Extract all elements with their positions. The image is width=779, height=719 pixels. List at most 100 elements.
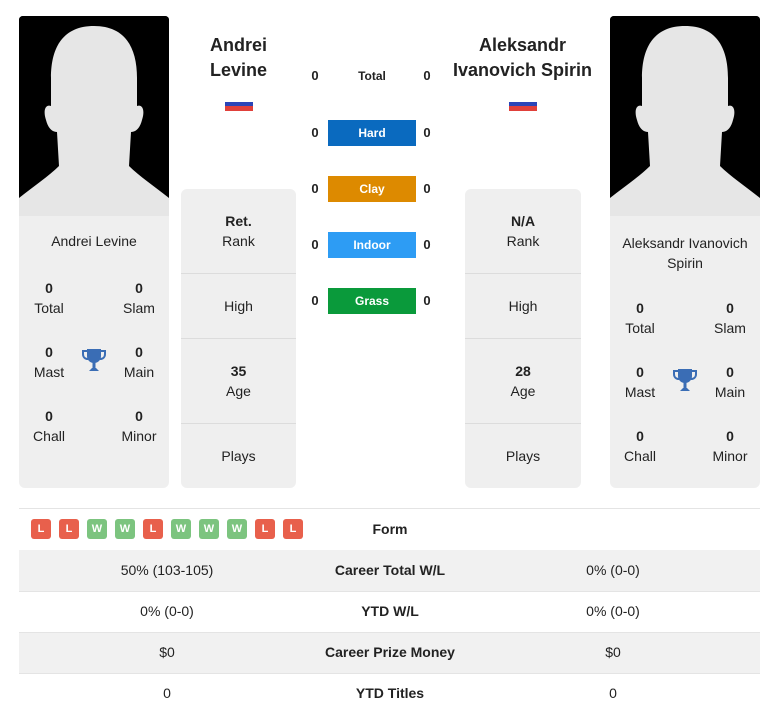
comparison-row: $0 Career Prize Money $0 (19, 632, 760, 673)
h2h-row-clay: 0 Clay 0 (305, 176, 437, 202)
player1-total-label: Total (34, 300, 64, 316)
h2h-row-hard: 0 Hard 0 (305, 120, 437, 146)
h2h-indoor-p2: 0 (423, 237, 431, 252)
player1-minor-label: Minor (121, 428, 157, 444)
ytd-wl-label: YTD W/L (361, 603, 419, 619)
player2-slam-label: Slam (714, 320, 746, 336)
form-badges: LLWWLWWWLL (31, 519, 311, 539)
comparison-row: 0 YTD Titles 0 (19, 673, 760, 714)
h2h-clay-p2: 0 (423, 181, 431, 196)
form-loss-badge[interactable]: L (283, 519, 303, 539)
player1-age-label: Age (226, 383, 251, 399)
player1-mast-label: Mast (33, 364, 65, 380)
player1-name-line1[interactable]: Andrei (181, 33, 296, 58)
career-wl-label: Career Total W/L (334, 562, 446, 578)
h2h-row-total: 0 Total 0 (305, 63, 437, 89)
player2-rank-label: Rank (506, 233, 540, 249)
surface-clay-badge[interactable]: Clay (328, 176, 416, 202)
h2h-grass-p2: 0 (423, 293, 431, 308)
player1-rank-value: Ret. (225, 213, 252, 229)
russia-flag-icon (225, 97, 253, 111)
surface-indoor-badge[interactable]: Indoor (328, 232, 416, 258)
player2-name-line1[interactable]: Aleksandr (450, 33, 595, 58)
player1-age-value: 35 (230, 363, 247, 379)
h2h-hard-p1: 0 (311, 125, 319, 140)
form-win-badge[interactable]: W (199, 519, 219, 539)
player1-photo (19, 16, 169, 216)
h2h-grass-p1: 0 (311, 293, 319, 308)
player2-minor-titles: 0 (726, 428, 734, 444)
player2-main-titles: 0 (726, 364, 734, 380)
form-loss-badge[interactable]: L (143, 519, 163, 539)
player2-ytd-wl: 0% (0-0) (586, 603, 640, 619)
player2-chall-titles: 0 (636, 428, 644, 444)
player1-high-label: High (224, 298, 253, 314)
prize-money-label: Career Prize Money (325, 644, 455, 660)
form-label: Form (372, 521, 408, 537)
player1-main-label: Main (123, 364, 155, 380)
player1-plays-label: Plays (221, 448, 256, 464)
player2-age-value: 28 (515, 363, 531, 379)
player1-name[interactable]: Andrei Levine (181, 33, 296, 83)
form-win-badge[interactable]: W (115, 519, 135, 539)
h2h-hard-p2: 0 (423, 125, 431, 140)
player2-ytd-titles: 0 (609, 685, 617, 701)
h2h-row-grass: 0 Grass 0 (305, 288, 437, 314)
h2h-indoor-p1: 0 (311, 237, 319, 252)
comparison-row: 0% (0-0) YTD W/L 0% (0-0) (19, 591, 760, 632)
player1-name-line2[interactable]: Levine (181, 58, 296, 83)
player2-card: Aleksandr Ivanovich Spirin 0 Total 0 Slam … (610, 216, 760, 488)
form-win-badge[interactable]: W (227, 519, 247, 539)
h2h-total-label: Total (358, 69, 386, 83)
player2-age-label: Age (510, 383, 536, 399)
player2-mast-titles: 0 (636, 364, 644, 380)
russia-flag-icon (509, 97, 537, 111)
player1-info-panel: Ret. Rank High 35 Age Plays (181, 189, 296, 488)
player2-photo (610, 16, 760, 216)
player2-mast-label: Mast (624, 384, 656, 400)
form-loss-badge[interactable]: L (31, 519, 51, 539)
player2-card-name-line2: Spirin (667, 255, 703, 271)
surface-hard-badge[interactable]: Hard (328, 120, 416, 146)
player2-info-panel: N/A Rank High 28 Age Plays (465, 189, 581, 488)
player1-ytd-titles: 0 (163, 685, 171, 701)
player2-prize-money: $0 (605, 644, 621, 660)
player1-main-titles: 0 (135, 344, 143, 360)
form-loss-badge[interactable]: L (255, 519, 275, 539)
comparison-row: 50% (103-105) Career Total W/L 0% (0-0) (19, 550, 760, 591)
form-win-badge[interactable]: W (87, 519, 107, 539)
player2-total-label: Total (625, 320, 655, 336)
player1-career-wl: 50% (103-105) (120, 562, 214, 578)
form-win-badge[interactable]: W (171, 519, 191, 539)
surface-grass-badge[interactable]: Grass (328, 288, 416, 314)
player2-card-name: Aleksandr Ivanovich Spirin (610, 233, 760, 273)
player2-minor-label: Minor (712, 448, 748, 464)
player2-name-line2[interactable]: Ivanovich Spirin (450, 58, 595, 83)
form-loss-badge[interactable]: L (59, 519, 79, 539)
h2h-clay-p1: 0 (311, 181, 319, 196)
player1-ytd-wl: 0% (0-0) (140, 603, 194, 619)
player1-mast-titles: 0 (45, 344, 53, 360)
player1-card: Andrei Levine 0 Total 0 Slam 0 Mast 0 Main 0… (19, 216, 169, 488)
player2-name[interactable]: Aleksandr Ivanovich Spirin (450, 33, 595, 83)
player1-card-name: Andrei Levine (51, 233, 137, 249)
player-silhouette-icon (610, 16, 760, 216)
ytd-titles-label: YTD Titles (355, 685, 425, 701)
player2-total-titles: 0 (636, 300, 644, 316)
player-silhouette-icon (19, 16, 169, 216)
player2-rank-value: N/A (510, 213, 536, 229)
player2-high-label: High (508, 298, 538, 314)
player2-main-label: Main (714, 384, 746, 400)
player1-slam-label: Slam (123, 300, 155, 316)
player2-plays-label: Plays (505, 448, 541, 464)
player1-minor-titles: 0 (135, 408, 143, 424)
player2-slam-titles: 0 (726, 300, 734, 316)
player1-rank-label: Rank (222, 233, 255, 249)
h2h-total-p2: 0 (423, 68, 431, 83)
player1-chall-titles: 0 (45, 408, 53, 424)
player2-card-name-line1: Aleksandr Ivanovich (622, 235, 748, 251)
player2-career-wl: 0% (0-0) (586, 562, 640, 578)
h2h-row-indoor: 0 Indoor 0 (305, 232, 437, 258)
player1-chall-label: Chall (33, 428, 65, 444)
h2h-total-p1: 0 (311, 68, 319, 83)
